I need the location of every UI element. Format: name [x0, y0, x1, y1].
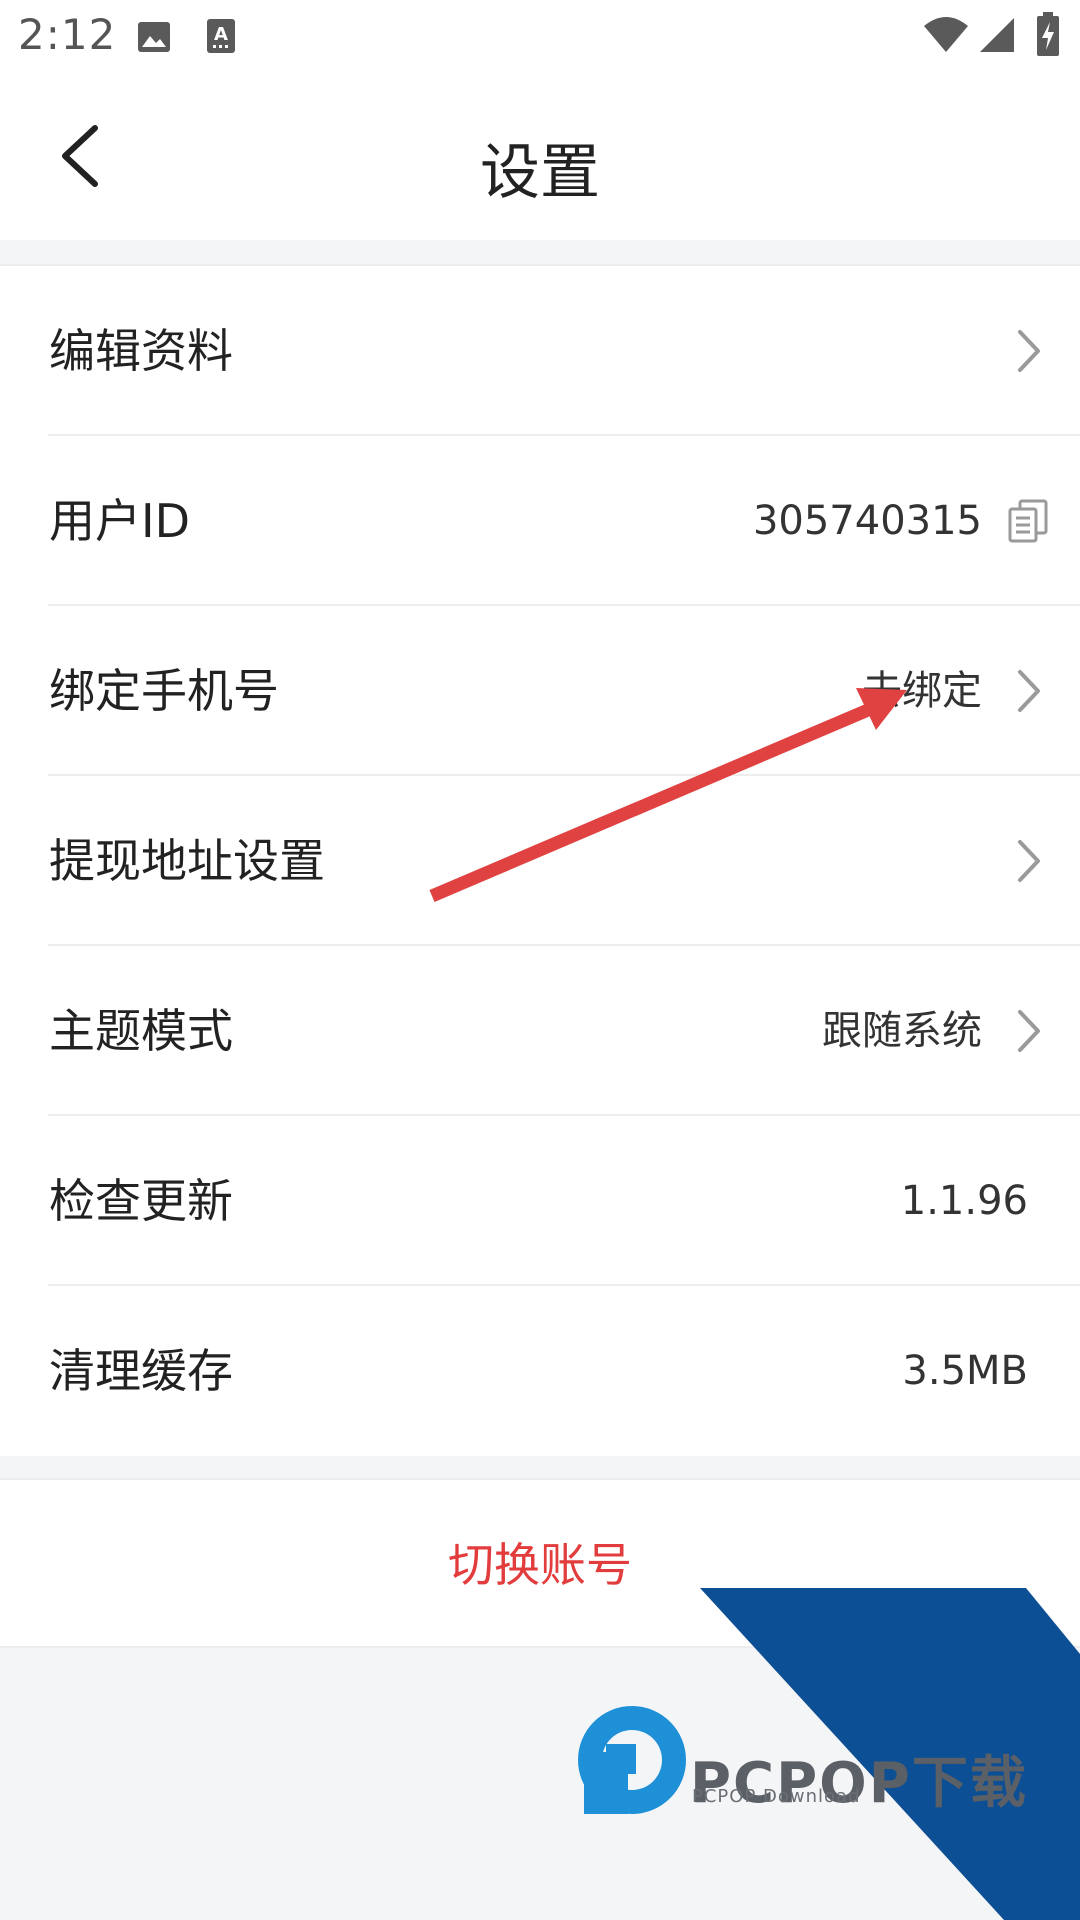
wifi-icon: [924, 17, 968, 52]
row-label: 提现地址设置: [49, 834, 325, 888]
svg-text:A: A: [214, 24, 228, 45]
row-user-id: 用户ID 305740315: [0, 436, 1080, 606]
user-id-value: 305740315: [752, 498, 982, 544]
chevron-right-icon: [1018, 1010, 1040, 1052]
copy-icon[interactable]: [1006, 498, 1050, 544]
cache-size-value: 3.5MB: [902, 1348, 1028, 1394]
watermark-subtext: PCPOP Download: [692, 1786, 861, 1807]
row-withdraw-address[interactable]: 提现地址设置: [0, 776, 1080, 946]
row-label: 用户ID: [49, 494, 190, 548]
switch-account-label: 切换账号: [448, 1538, 632, 1592]
row-bind-phone[interactable]: 绑定手机号 去绑定: [0, 606, 1080, 776]
chevron-right-icon: [1018, 330, 1040, 372]
chevron-right-icon: [1018, 670, 1040, 712]
switch-account-button[interactable]: 切换账号: [0, 1478, 1080, 1648]
signal-icon: [980, 18, 1014, 52]
status-bar: 2:12 A: [0, 0, 1080, 76]
app-header: 设置: [0, 76, 1080, 240]
theme-mode-value: 跟随系统: [822, 1008, 982, 1054]
row-edit-profile[interactable]: 编辑资料: [0, 266, 1080, 436]
image-icon: [138, 22, 170, 52]
row-check-update[interactable]: 检查更新 1.1.96: [0, 1116, 1080, 1286]
status-time: 2:12: [18, 10, 117, 59]
row-clear-cache[interactable]: 清理缓存 3.5MB: [0, 1286, 1080, 1456]
bind-phone-value: 去绑定: [862, 668, 982, 714]
row-label: 检查更新: [49, 1174, 233, 1228]
chevron-right-icon: [1018, 840, 1040, 882]
settings-list: 编辑资料 用户ID 305740315 绑定手机号 去绑定 提现地址设置 主题模…: [0, 264, 1080, 1456]
text-a-icon: A: [207, 19, 235, 53]
page-title: 设置: [480, 138, 600, 208]
row-label: 编辑资料: [49, 324, 233, 378]
row-label: 主题模式: [49, 1004, 233, 1058]
row-label: 清理缓存: [49, 1344, 233, 1398]
row-label: 绑定手机号: [49, 664, 279, 718]
battery-charging-icon: [1037, 12, 1059, 56]
row-theme-mode[interactable]: 主题模式 跟随系统: [0, 946, 1080, 1116]
version-value: 1.1.96: [900, 1178, 1028, 1224]
watermark-text: PCPOP下载: [690, 1751, 1028, 1816]
